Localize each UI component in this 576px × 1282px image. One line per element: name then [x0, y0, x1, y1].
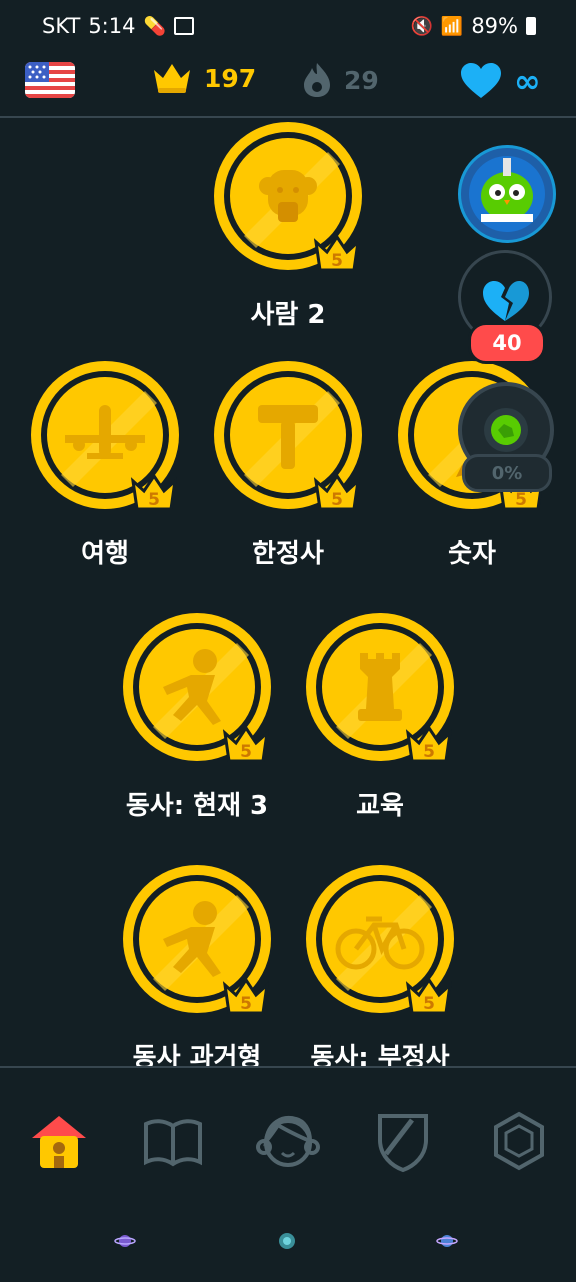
shop-gem-icon: [494, 1111, 544, 1171]
streak-counter[interactable]: 29: [302, 62, 379, 98]
planet-icon: [436, 1230, 458, 1250]
nav-shop[interactable]: [484, 1106, 554, 1176]
heart-refill-badge: 40: [468, 322, 546, 364]
crown-level: 5: [515, 490, 527, 510]
mute-icon: 🔇: [410, 15, 433, 37]
home-icon: [32, 1116, 86, 1168]
crowns-count: 197: [204, 63, 257, 93]
crown-level-icon: 5: [222, 977, 270, 1015]
hearts-infinity: ∞: [514, 62, 541, 100]
stories-book-icon: [144, 1119, 202, 1167]
top-bar: 197 29 ∞: [0, 56, 576, 118]
crown-icon: [154, 64, 190, 93]
skill-label: 숫자: [448, 539, 496, 569]
status-left: SKT 5:14 💊: [42, 14, 194, 38]
hearts-counter[interactable]: ∞: [460, 62, 541, 100]
crown-level: 5: [423, 742, 435, 762]
crown-level: 5: [331, 490, 343, 510]
battery-percent: 89%: [471, 14, 518, 38]
crown-level: 5: [423, 994, 435, 1014]
skill-label: 교육: [356, 791, 404, 821]
pill-icon: 💊: [143, 15, 166, 37]
crown-level-icon: 5: [405, 977, 453, 1015]
globe-icon: [276, 1230, 296, 1250]
crown-level: 5: [148, 490, 160, 510]
wifi-icon: 📶: [440, 15, 464, 37]
battery-icon: [526, 17, 536, 35]
status-bar: SKT 5:14 💊 🔇 📶 89%: [0, 0, 576, 56]
flame-icon: [304, 63, 330, 97]
crowns-counter[interactable]: 197: [152, 62, 256, 94]
carrier: SKT: [42, 14, 81, 38]
crown-level-icon: 5: [313, 234, 361, 272]
skill-label: 사람 2: [250, 300, 326, 330]
nav-profile[interactable]: [253, 1106, 323, 1176]
duo-owl-icon: [469, 156, 545, 232]
crown-level-icon: 5: [313, 473, 361, 511]
crown-level-icon: 5: [405, 725, 453, 763]
profile-face-icon: [256, 1116, 320, 1167]
crown-level-icon: 5: [222, 725, 270, 763]
time: 5:14: [88, 14, 136, 38]
league-shield-icon: [378, 1114, 428, 1173]
owl-avatar-button[interactable]: [458, 145, 556, 243]
crown-level-icon: 5: [130, 473, 178, 511]
image-icon: [173, 17, 194, 35]
us-flag-icon[interactable]: [25, 62, 75, 98]
planet-icon: [114, 1230, 136, 1250]
nav-home[interactable]: [24, 1106, 94, 1176]
heart-icon: [461, 63, 501, 98]
crown-level: 5: [331, 251, 343, 271]
nav-stories[interactable]: [138, 1106, 208, 1176]
nav-leagues[interactable]: [368, 1106, 438, 1176]
chest-progress-pill: 0%: [462, 454, 552, 492]
crown-level: 5: [240, 742, 252, 762]
streak-count: 29: [344, 65, 379, 95]
status-right: 🔇 📶 89%: [410, 14, 536, 38]
crown-level: 5: [240, 994, 252, 1014]
